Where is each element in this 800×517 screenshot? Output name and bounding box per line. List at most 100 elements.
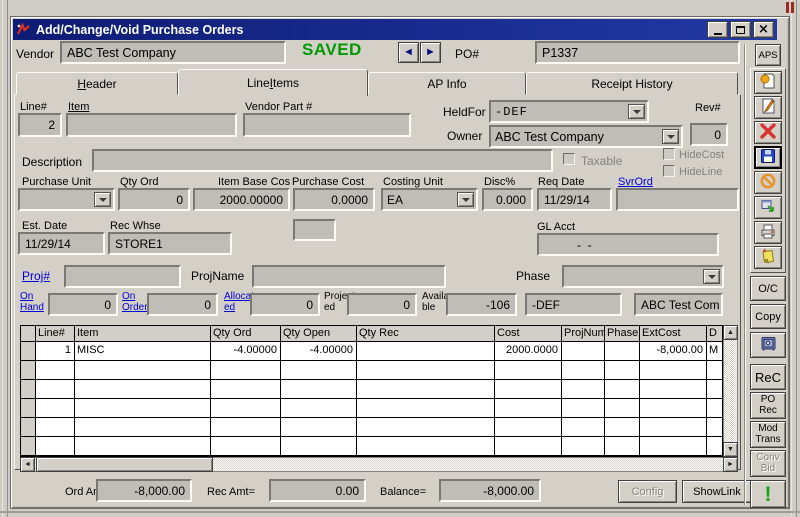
scroll-down-button[interactable]: ▼ [723,442,738,457]
proj-number-field[interactable] [64,265,181,288]
grid-cell[interactable] [36,380,75,398]
row-selector[interactable] [21,437,36,455]
rec-whse-field[interactable]: STORE1 [108,232,232,255]
svrord-field[interactable] [616,188,739,211]
grid-cell[interactable] [357,418,495,436]
owner-dropdown[interactable]: ABC Test Company [489,125,683,148]
horizontal-scroll-thumb[interactable] [36,457,213,472]
purchase-unit-dropdown[interactable] [18,188,115,211]
grid-cell[interactable] [211,380,281,398]
grid-cell[interactable]: -4.00000 [211,342,281,360]
phase-dropdown-button[interactable] [703,269,720,284]
disc-field[interactable]: 0.000 [482,188,533,211]
grid-column-header[interactable]: Item [75,326,211,341]
showlink-button[interactable]: ShowLink [682,480,752,503]
grid-cell[interactable] [605,361,640,379]
grid-cell[interactable] [75,418,211,436]
scroll-right-button[interactable]: ► [723,457,738,472]
grid-column-header[interactable]: ExtCost [640,326,707,341]
description-field[interactable] [92,149,553,172]
grid-cell[interactable] [36,399,75,417]
grid-column-header[interactable]: Qty Open [281,326,357,341]
grid-cell[interactable]: MISC [75,342,211,360]
grid-cell[interactable] [605,380,640,398]
note-button[interactable] [754,246,782,269]
on-order-field[interactable]: 0 [147,293,218,316]
row-selector[interactable] [21,380,36,398]
grid-column-header[interactable]: ProjNum [562,326,605,341]
table-row[interactable] [21,437,722,456]
gl-acct-field[interactable]: - - [537,233,719,256]
grid-cell[interactable] [640,399,707,417]
req-date-field[interactable]: 11/29/14 [537,188,612,211]
allocated-field[interactable]: 0 [250,293,320,316]
grid-cell[interactable] [707,361,722,379]
grid-cell[interactable] [562,361,605,379]
delete-button[interactable] [754,121,782,144]
po-rec-button[interactable]: PO Rec [750,392,786,419]
grid-column-header[interactable]: Qty Rec [357,326,495,341]
grid-cell[interactable] [36,437,75,455]
grid-cell[interactable] [495,437,562,455]
row-selector[interactable] [21,361,36,379]
grid-cell[interactable] [36,418,75,436]
alert-button[interactable]: ! [750,480,786,508]
save-button[interactable] [754,146,782,169]
grid-cell[interactable] [640,437,707,455]
on-hand-link[interactable]: On Hand [20,291,47,313]
purchase-unit-dropdown-button[interactable] [94,192,111,207]
grid-column-header[interactable]: Cost [495,326,562,341]
grid-column-header[interactable]: Phase [605,326,640,341]
exit-button[interactable] [754,196,782,219]
grid-cell[interactable] [357,361,495,379]
scroll-up-button[interactable]: ▲ [723,325,738,340]
grid-cell[interactable] [562,418,605,436]
grid-cell[interactable] [36,361,75,379]
grid-column-header[interactable]: Qty Ord [211,326,281,341]
table-row[interactable] [21,361,722,380]
grid-cell[interactable] [75,437,211,455]
item-label[interactable]: Item [68,101,89,113]
grid-cell[interactable] [562,380,605,398]
safe-button[interactable] [750,332,786,358]
grid-cell[interactable] [75,361,211,379]
grid-cell[interactable]: 1 [36,342,75,360]
maximize-button[interactable] [730,21,751,38]
grid-cell[interactable] [281,380,357,398]
grid-cell[interactable] [281,399,357,417]
grid-cell[interactable] [707,437,722,455]
projname-field[interactable] [252,265,446,288]
order-lookup-button[interactable] [754,71,782,94]
copy-button[interactable]: Copy [750,304,786,329]
est-date-field[interactable]: 11/29/14 [18,232,105,255]
projected-field[interactable]: 0 [347,293,417,316]
heldfor-dropdown-button[interactable] [628,104,645,119]
grid-vertical-scrollbar[interactable] [723,325,738,457]
grid-column-header[interactable]: Line# [36,326,75,341]
proj-number-link[interactable]: Proj# [22,269,50,283]
grid-cell[interactable] [562,342,605,360]
grid-cell[interactable] [605,437,640,455]
grid-cell[interactable]: 2000.0000 [495,342,562,360]
row-selector[interactable] [21,399,36,417]
grid-cell[interactable] [562,437,605,455]
grid-cell[interactable] [495,418,562,436]
purchase-cost-field[interactable]: 0.0000 [293,188,375,211]
heldfor-dropdown[interactable]: -DEF [489,100,649,123]
costing-unit-dropdown-button[interactable] [457,192,474,207]
row-selector[interactable] [21,342,36,360]
grid-cell[interactable] [640,361,707,379]
minimize-button[interactable] [707,21,728,38]
available-field[interactable]: -106 [446,293,517,316]
scroll-left-button[interactable]: ◄ [20,457,35,472]
oc-button[interactable]: O/C [750,276,786,301]
void-button[interactable] [754,171,782,194]
grid-cell[interactable] [605,399,640,417]
print-button[interactable] [754,221,782,244]
grid-cell[interactable] [605,418,640,436]
grid-cell[interactable] [562,399,605,417]
grid-cell[interactable] [211,361,281,379]
grid-cell[interactable] [495,399,562,417]
grid-cell[interactable] [211,437,281,455]
aps-button[interactable]: APS [755,44,781,66]
